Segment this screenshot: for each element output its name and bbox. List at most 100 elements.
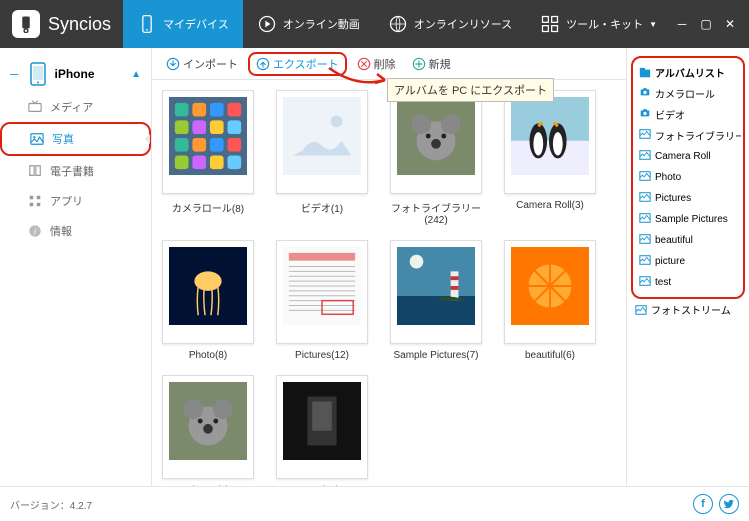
sidebar-item-ebook[interactable]: 電子書籍 [0,156,151,186]
album-list-panel: アルバムリスト カメラロールビデオフォトライブラリー Camera Roll Pho… [627,48,749,486]
album-list-item[interactable]: ビデオ [635,104,741,125]
sidebar-item-info[interactable]: i 情報 [0,216,151,246]
thumb-frame [504,90,596,194]
album-item-label: beautiful [655,235,693,246]
logo-area: Syncios [0,10,123,38]
album-thumbnail[interactable]: ビデオ(1) [276,90,368,226]
album-list-item[interactable]: picture [635,251,741,272]
album-list-item[interactable]: Sample Pictures [635,209,741,230]
album-item-icon [639,191,651,206]
album-item-icon [639,170,651,185]
album-item-label: カメラロール [655,86,715,101]
close-button[interactable]: ✕ [723,17,737,31]
album-folder-icon [639,67,651,79]
sidebar-item-media[interactable]: メディア [0,92,151,122]
album-list-item[interactable]: フォトライブラリー [635,125,741,146]
thumb-frame [162,90,254,194]
import-button[interactable]: インポート [160,54,244,74]
album-thumbnail[interactable]: カメラロール(8) [162,90,254,226]
album-list-photostream[interactable]: フォトストリーム [631,299,745,320]
thumb-frame [390,240,482,344]
sidebar-item-apps[interactable]: アプリ [0,186,151,216]
maximize-button[interactable]: ▢ [699,17,713,31]
status-bar: バージョン：4.2.7 f [0,486,749,521]
album-thumbnail[interactable]: フォトライブラリー(242) [390,90,482,226]
thumb-frame [276,240,368,344]
nav-online-video[interactable]: オンライン動画 [243,0,374,48]
album-list-item[interactable]: Photo [635,167,741,188]
sidebar-item-photo[interactable]: 写真 [0,122,151,156]
thumb-frame [276,375,368,479]
album-item-label: Pictures [655,193,691,204]
collapse-icon[interactable]: ▲ [131,69,141,80]
thumb-label: beautiful(6) [525,350,575,361]
album-thumbnail[interactable]: Sample Pictures(7) [390,240,482,361]
album-thumbnail[interactable]: test(10) [276,375,368,486]
thumb-label: フォトライブラリー(242) [390,200,482,226]
album-item-icon [639,149,651,164]
facebook-button[interactable]: f [693,494,713,514]
app-name: Syncios [48,14,111,35]
album-item-label: test [655,277,671,288]
album-item-icon [639,275,651,290]
thumb-frame [276,90,368,194]
album-thumbnail[interactable]: Photo(8) [162,240,254,361]
album-thumbnail[interactable]: Camera Roll(3) [504,90,596,226]
thumb-label: test(10) [305,485,339,486]
album-list-item[interactable]: カメラロール [635,83,741,104]
album-thumbnail[interactable]: beautiful(6) [504,240,596,361]
nav-toolkit[interactable]: ツール・キット ▼ [526,0,671,48]
album-item-label: ビデオ [655,107,685,122]
twitter-button[interactable] [719,494,739,514]
thumb-image [283,97,361,175]
album-list-header[interactable]: アルバムリスト [635,62,741,83]
album-item-icon [639,86,651,101]
thumb-label: Photo(8) [189,350,227,361]
thumb-label: Camera Roll(3) [516,200,584,211]
album-item-label: Sample Pictures [655,214,728,225]
new-button[interactable]: 新規 [406,54,457,74]
photostream-icon [635,304,647,316]
photo-icon [30,132,44,146]
export-tooltip: アルバムを PC にエクスポート [387,78,554,102]
top-nav: マイデバイス オンライン動画 オンラインリソース ツール・キット ▼ [123,0,671,48]
album-list-item[interactable]: Pictures [635,188,741,209]
album-item-label: Photo [655,172,681,183]
apps-icon [28,194,42,208]
thumb-image [283,382,361,460]
thumb-label: Sample Pictures(7) [393,350,478,361]
thumb-label: Pictures(12) [295,350,349,361]
thumb-frame [504,240,596,344]
window-controls: ─ ▢ ✕ [675,17,749,31]
album-item-icon [639,128,651,143]
nav-my-device[interactable]: マイデバイス [123,0,243,48]
twitter-icon [723,498,735,510]
device-row[interactable]: ─ iPhone ▲ [0,56,151,92]
minimize-button[interactable]: ─ [675,17,689,31]
thumb-frame [162,375,254,479]
info-icon: i [28,224,42,238]
title-bar: Syncios マイデバイス オンライン動画 オンラインリソース ツール・キット… [0,0,749,48]
version-label: バージョン：4.2.7 [10,497,92,512]
thumb-image [169,97,247,175]
album-list-item[interactable]: test [635,272,741,293]
thumb-image [397,97,475,175]
album-list-item[interactable]: Camera Roll [635,146,741,167]
album-grid-scroll[interactable]: カメラロール(8) ビデオ(1) フォトライブラリー(242) Camera Roll… [152,80,626,486]
nav-online-resource[interactable]: オンラインリソース [374,0,526,48]
album-thumbnail[interactable]: picture(4) [162,375,254,486]
thumb-frame [162,240,254,344]
album-item-icon [639,233,651,248]
thumb-image [283,247,361,325]
phone-icon [29,62,47,86]
album-thumbnail[interactable]: Pictures(12) [276,240,368,361]
chevron-down-icon: ▼ [649,20,657,29]
album-item-icon [639,212,651,227]
toolbar: インポート エクスポート 削除 新規 アルバムを PC にエクスポート [152,48,626,80]
thumb-label: カメラロール(8) [172,200,244,215]
album-list-item[interactable]: beautiful [635,230,741,251]
device-name: iPhone [55,67,95,81]
book-icon [28,164,42,178]
album-item-label: Camera Roll [655,151,711,162]
thumb-label: ビデオ(1) [301,200,343,215]
